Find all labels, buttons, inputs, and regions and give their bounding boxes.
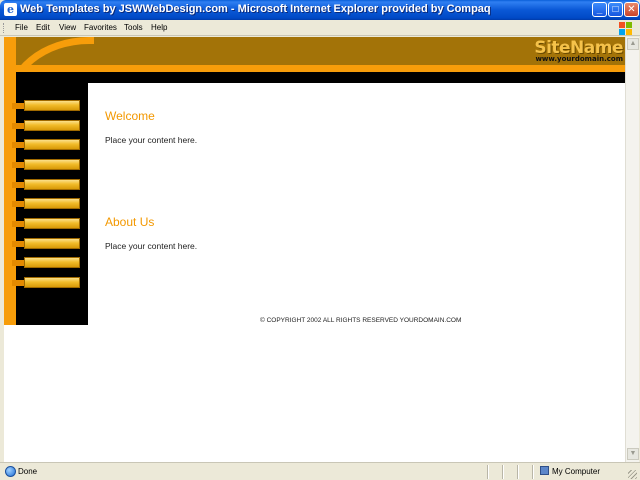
minimize-button[interactable]: _ [592,2,607,17]
page-status-icon [5,466,16,477]
scroll-down-button[interactable]: ▼ [627,448,639,460]
nav-stub [12,241,24,247]
nav-button-10[interactable] [24,277,80,288]
status-divider [532,465,533,479]
nav-stub [12,280,24,286]
menu-edit[interactable]: Edit [36,23,50,32]
nav-stub [12,260,24,266]
nav-stub [12,103,24,109]
nav-stub [12,142,24,148]
scroll-up-button[interactable]: ▲ [627,38,639,50]
maximize-button[interactable]: □ [608,2,623,17]
resize-grip[interactable] [628,470,637,479]
internet-explorer-icon: e [4,3,17,16]
security-zone-label: My Computer [552,467,601,476]
nav-stub [12,221,24,227]
about-heading: About Us [105,215,155,229]
header-black-band [16,72,625,83]
header-orange-band [4,65,625,72]
status-divider [487,465,488,479]
computer-icon [540,466,549,475]
window-title-bar[interactable]: e Web Templates by JSWWebDesign.com - Mi… [0,0,640,20]
menu-file[interactable]: File [15,23,28,32]
nav-stub [12,162,24,168]
status-text: Done [18,467,38,476]
menu-help[interactable]: Help [151,23,167,32]
status-bar: Done My Computer [0,462,640,480]
status-divider [517,465,518,479]
nav-button-5[interactable] [24,179,80,190]
menu-favorites[interactable]: Favorites [84,23,117,32]
site-domain: www.yourdomain.com [535,55,623,63]
nav-button-2[interactable] [24,120,80,131]
windows-logo-icon [618,21,632,35]
window-title: Web Templates by JSWWebDesign.com - Micr… [20,3,491,15]
nav-button-7[interactable] [24,218,80,229]
menu-tools[interactable]: Tools [124,23,143,32]
nav-button-9[interactable] [24,257,80,268]
browser-viewport[interactable]: SiteName www.yourdomain.com Welcome Plac… [4,37,625,462]
nav-button-3[interactable] [24,139,80,150]
copyright-text: © COPYRIGHT 2002 ALL RIGHTS RESERVED YOU… [260,317,462,324]
toolbar-grip[interactable] [3,23,6,33]
nav-button-1[interactable] [24,100,80,111]
nav-button-6[interactable] [24,198,80,209]
welcome-text: Place your content here. [105,135,198,145]
welcome-heading: Welcome [105,109,155,123]
about-text: Place your content here. [105,241,198,251]
menu-bar: File Edit View Favorites Tools Help [0,20,640,36]
nav-button-8[interactable] [24,238,80,249]
vertical-scrollbar[interactable]: ▲ ▼ [625,37,639,462]
menu-view[interactable]: View [59,23,76,32]
nav-stub [12,182,24,188]
close-button[interactable]: ✕ [624,2,639,17]
nav-stub [12,201,24,207]
nav-stub [12,123,24,129]
nav-button-4[interactable] [24,159,80,170]
status-divider [502,465,503,479]
content-area [88,83,625,325]
